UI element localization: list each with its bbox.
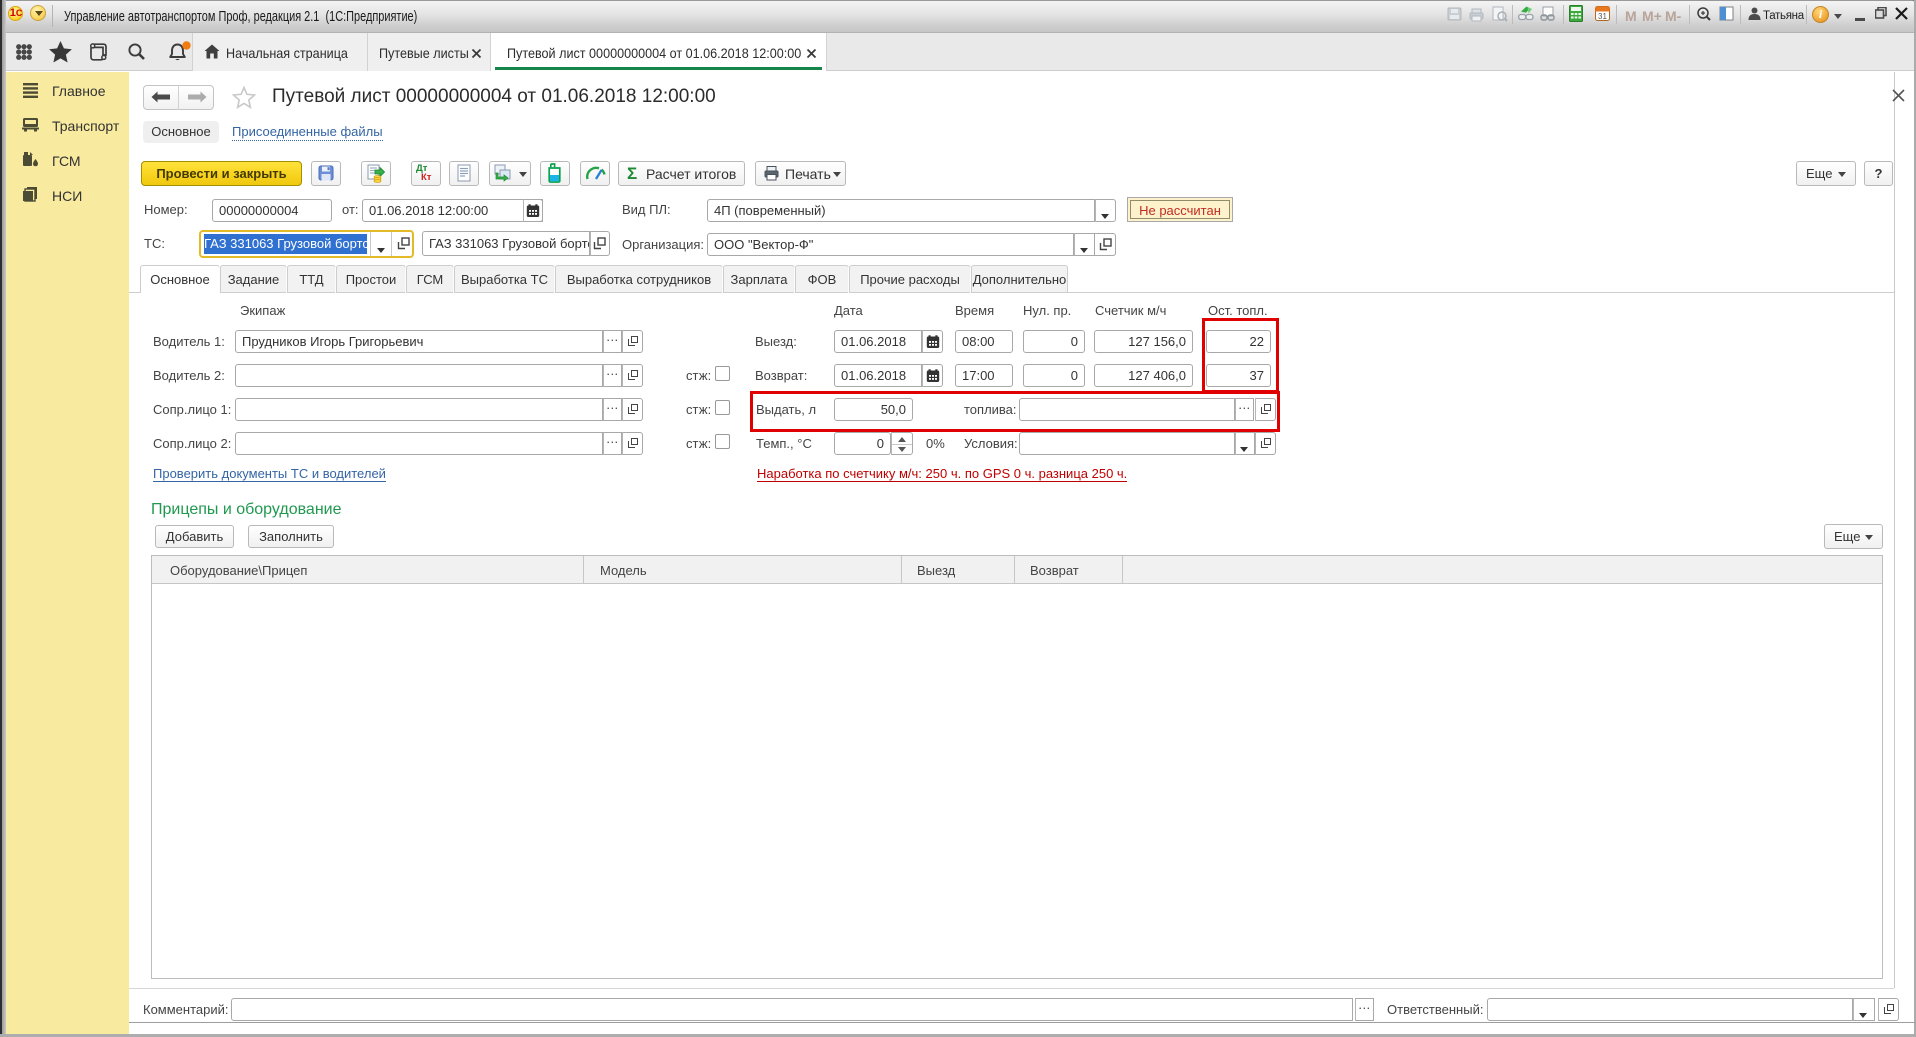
svg-text:31: 31: [1598, 12, 1607, 21]
